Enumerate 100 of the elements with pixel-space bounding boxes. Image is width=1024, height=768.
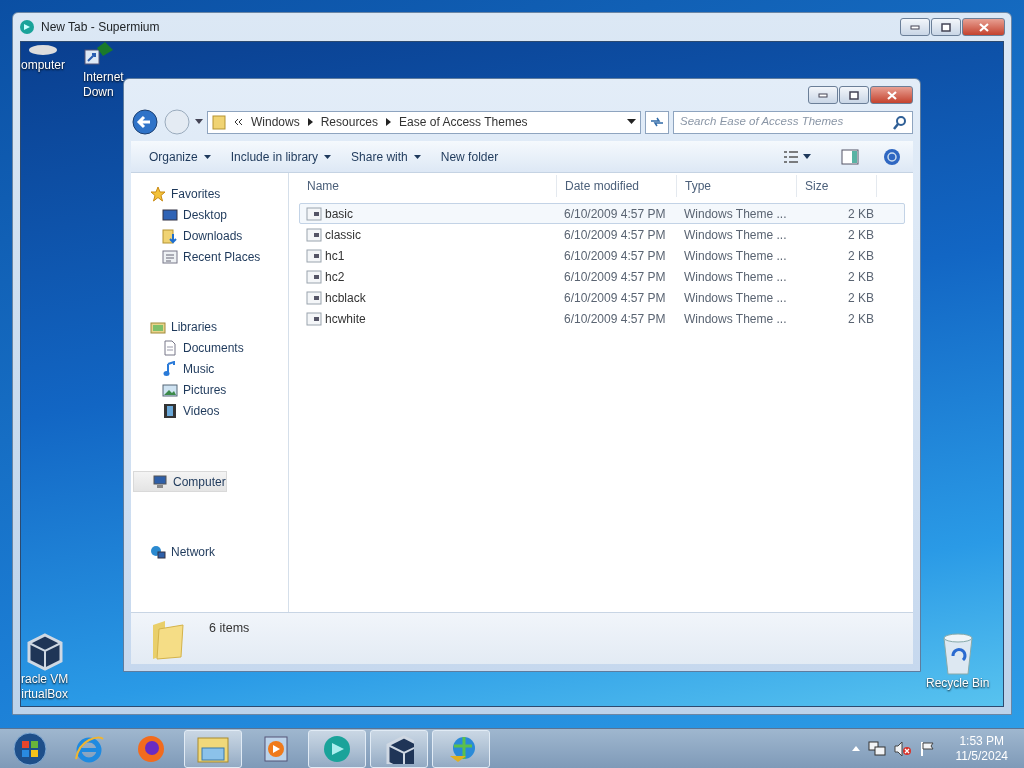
column-header[interactable]: Size xyxy=(797,175,877,197)
close-icon xyxy=(978,22,989,32)
toolbar-button[interactable]: Organize xyxy=(141,144,219,169)
close-button[interactable] xyxy=(962,18,1005,36)
file-row[interactable]: hc1 6/10/2009 4:57 PM Windows Theme ... 2 KB xyxy=(299,245,905,266)
breadcrumb-item[interactable]: Ease of Access Themes xyxy=(399,113,528,131)
toolbar-button[interactable]: New folder xyxy=(432,144,507,169)
nav-item[interactable]: Music xyxy=(131,358,245,380)
file-name: basic xyxy=(325,205,353,223)
nav-item[interactable]: Desktop xyxy=(131,204,262,225)
nav-item[interactable]: Pictures xyxy=(131,379,245,401)
nav-item[interactable]: Videos xyxy=(131,400,245,422)
search-field[interactable]: Search Ease of Access Themes xyxy=(673,110,913,134)
clock-time: 1:53 PM xyxy=(959,733,1005,749)
library-icon xyxy=(150,319,166,335)
overflow-chevron-icon xyxy=(234,118,243,126)
toolbar-button[interactable]: Share with xyxy=(343,144,429,169)
item-count: 6 items xyxy=(209,620,250,637)
minimize-button[interactable] xyxy=(900,18,930,36)
maximize-icon xyxy=(941,22,951,32)
file-row[interactable]: hc2 6/10/2009 4:57 PM Windows Theme ... 2 KB xyxy=(299,266,905,287)
file-row[interactable]: hcwhite 6/10/2009 4:57 PM Windows Theme ... 2 KB xyxy=(299,308,905,329)
file-name: hc1 xyxy=(325,247,345,265)
breadcrumb-item[interactable]: Resources xyxy=(320,113,379,131)
preview-pane-icon[interactable] xyxy=(841,148,859,165)
flag-icon[interactable] xyxy=(919,740,936,757)
downloads-icon xyxy=(162,227,178,244)
nav-item[interactable]: Favorites xyxy=(131,183,262,204)
maximize-button[interactable] xyxy=(839,86,869,104)
file-row[interactable]: basic 6/10/2009 4:57 PM Windows Theme ... 2 KB xyxy=(299,203,905,224)
star-icon xyxy=(150,185,166,202)
taskbar-button[interactable] xyxy=(370,729,428,768)
nav-item[interactable]: Recent Places xyxy=(131,246,262,267)
window-title: New Tab - Supermium xyxy=(41,19,160,36)
maximize-button[interactable] xyxy=(931,18,961,36)
muted-speaker-icon[interactable] xyxy=(893,740,912,757)
desktop-icon-label: Recycle Bin xyxy=(926,676,990,691)
file-row[interactable]: classic 6/10/2009 4:57 PM Windows Theme ... 2 KB xyxy=(299,224,905,245)
type-cell-text: Windows Theme ... xyxy=(683,268,788,286)
caret-icon xyxy=(203,154,211,159)
type-cell-text: Windows Theme ... xyxy=(683,310,788,328)
caret-icon xyxy=(324,154,332,159)
close-button[interactable] xyxy=(870,86,913,104)
type-cell-text: Windows Theme ... xyxy=(683,226,788,244)
breadcrumb-arrow-icon xyxy=(386,118,392,126)
file-row[interactable]: hcblack 6/10/2009 4:57 PM Windows Theme ... 2 KB xyxy=(299,287,905,308)
nav-item[interactable]: Computer xyxy=(133,471,227,492)
network-icon xyxy=(150,544,166,560)
theme-file-icon xyxy=(306,205,322,222)
back-button[interactable] xyxy=(131,108,159,136)
clock-date: 11/5/2024 xyxy=(955,748,1008,764)
nav-item[interactable]: Libraries xyxy=(131,316,245,338)
file-name: hc2 xyxy=(325,268,345,286)
breadcrumb-arrow-icon xyxy=(307,118,313,126)
column-header[interactable]: Type xyxy=(677,175,797,197)
address-bar[interactable]: Windows Resources Ease of Access Themes xyxy=(207,110,641,134)
dropdown-icon[interactable] xyxy=(627,119,636,125)
refresh-button[interactable] xyxy=(645,110,669,134)
size-cell-text: 2 KB xyxy=(847,205,875,223)
theme-file-icon xyxy=(306,289,322,306)
toolbar-button[interactable]: Include in library xyxy=(222,144,340,169)
windows-logo-icon[interactable] xyxy=(12,730,48,767)
nav-item[interactable]: Network xyxy=(131,541,216,563)
breadcrumb-item[interactable]: Windows xyxy=(251,113,300,131)
column-header[interactable]: Date modified xyxy=(557,175,677,197)
desktop-icon xyxy=(162,206,178,223)
network-icon[interactable] xyxy=(867,740,886,757)
view-options-icon[interactable] xyxy=(783,149,799,164)
folder-icon xyxy=(212,114,226,130)
cube-icon xyxy=(384,733,414,764)
history-dropdown-icon[interactable] xyxy=(195,119,203,125)
file-name: classic xyxy=(325,226,361,244)
size-cell-text: 2 KB xyxy=(847,226,875,244)
theme-file-icon xyxy=(306,268,322,285)
minimize-icon xyxy=(910,24,920,30)
type-cell-text: Windows Theme ... xyxy=(683,205,788,223)
close-icon xyxy=(886,90,897,100)
desktop-icon-label: omputer xyxy=(21,58,66,73)
size-cell-text: 2 KB xyxy=(847,310,875,328)
caret-icon xyxy=(413,154,421,159)
nav-item[interactable]: Downloads xyxy=(131,225,262,246)
nav-item[interactable]: Documents xyxy=(131,337,245,359)
size-cell-text: 2 KB xyxy=(847,289,875,307)
date-cell-text: 6/10/2009 4:57 PM xyxy=(563,289,667,307)
date-cell-text: 6/10/2009 4:57 PM xyxy=(563,205,667,223)
theme-file-icon xyxy=(306,247,322,264)
help-icon[interactable] xyxy=(883,147,901,166)
dropdown-icon[interactable] xyxy=(803,154,811,159)
minimize-button[interactable] xyxy=(808,86,838,104)
video-icon xyxy=(162,403,178,419)
date-cell-text: 6/10/2009 4:57 PM xyxy=(563,310,667,328)
date-cell-text: 6/10/2009 4:57 PM xyxy=(563,226,667,244)
file-name: hcwhite xyxy=(325,310,366,328)
refresh-icon xyxy=(650,116,664,128)
maximize-icon xyxy=(849,90,859,100)
recent-icon xyxy=(162,248,178,265)
desktop-icon-label: racle VM irtualBox xyxy=(21,672,69,702)
date-cell-text: 6/10/2009 4:57 PM xyxy=(563,247,667,265)
column-header[interactable]: Name xyxy=(299,175,557,197)
type-cell-text: Windows Theme ... xyxy=(683,289,788,307)
